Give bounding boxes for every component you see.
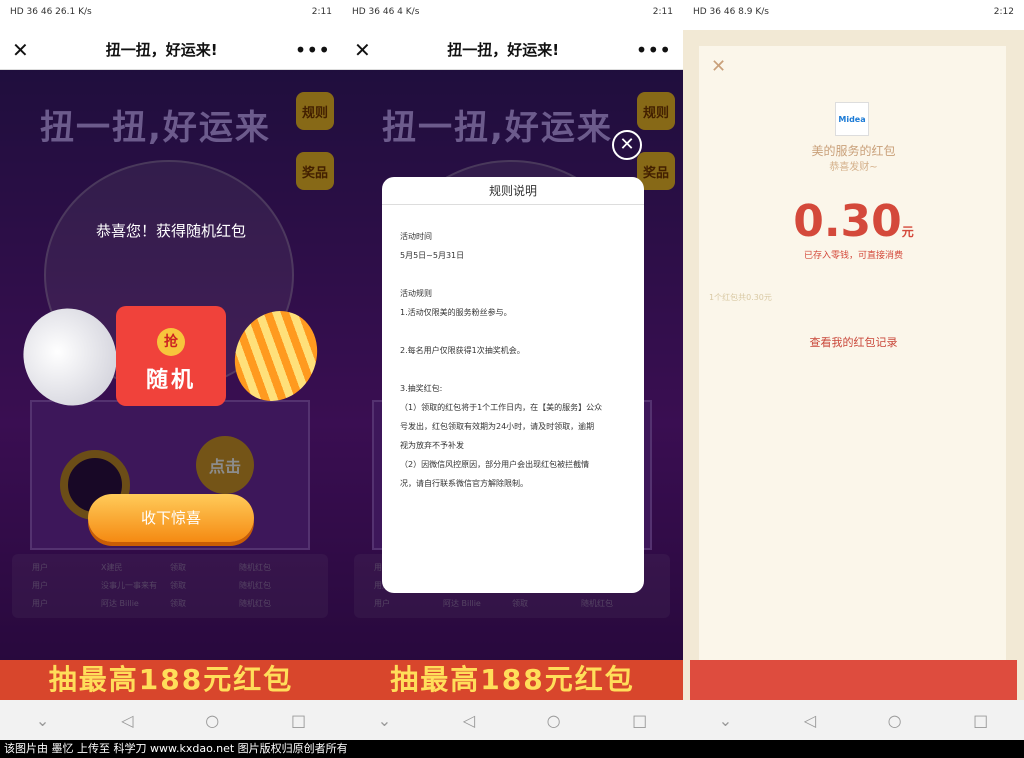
envelope-flap	[690, 660, 1017, 700]
nav-recent-icon[interactable]: □	[632, 711, 647, 730]
image-credit: 该图片由 墨忆 上传至 科学刀 www.kxdao.net 图片版权归原创者所有	[0, 740, 1024, 758]
greeting: 恭喜发财~	[829, 162, 878, 173]
nav-back-icon[interactable]: ◁	[804, 711, 816, 730]
nav-back-icon[interactable]: ◁	[121, 711, 133, 730]
nav-recent-icon[interactable]: □	[291, 711, 306, 730]
rules-line: 况，请自行联系微信官方解除限制。	[400, 479, 528, 488]
android-nav: ⌄ ◁ ○ □	[0, 700, 342, 740]
rules-line: 号发出，红包领取有效期为24小时，请及时领取，逾期	[400, 422, 595, 431]
redpacket-card: ✕	[699, 46, 1006, 670]
modal-title: 规则说明	[382, 177, 644, 205]
promo-banner[interactable]: 抽最高188元红包	[0, 660, 342, 700]
page-title: 扭一扭，好运来!	[105, 41, 218, 59]
promo-banner[interactable]: 抽最高188元红包	[342, 660, 683, 700]
rules-line: 3.抽奖红包:	[400, 384, 443, 393]
screen-3: HD 36 46 8.9 K/s 2:12 ✕ Midea 美的服务的红包 恭喜…	[683, 0, 1024, 740]
status-left: HD 36 46 4 K/s	[352, 7, 420, 17]
status-left: HD 36 46 8.9 K/s	[693, 7, 769, 17]
nav-home-icon[interactable]: ○	[888, 711, 902, 730]
red-envelope: 抢 随机	[116, 306, 226, 406]
rules-line: （2）因微信风控原因，部分用户会出现红包被拦截情	[400, 460, 590, 469]
status-bar: HD 36 46 4 K/s 2:11	[342, 0, 683, 30]
rules-line	[400, 265, 626, 284]
status-time: 2:11	[311, 7, 332, 17]
rules-line: （1）领取的红包将于1个工作日内，在【美的服务】公众	[400, 403, 603, 412]
accept-button[interactable]: 收下惊喜	[88, 494, 254, 542]
rules-line	[400, 360, 626, 379]
nav-down-icon[interactable]: ⌄	[36, 711, 49, 730]
close-icon[interactable]: ✕	[12, 38, 29, 62]
envelope-label: 随机	[145, 368, 196, 393]
screen-2: HD 36 46 4 K/s 2:11 ✕ 扭一扭，好运来! ••• 扭一扭,好…	[342, 0, 683, 740]
logo-text: Midea	[838, 115, 866, 124]
rules-line	[400, 322, 626, 341]
amount: 0.30元	[683, 196, 1024, 247]
nav-back-icon[interactable]: ◁	[463, 711, 475, 730]
rules-line: 2.每名用户仅限获得1次抽奖机会。	[400, 346, 525, 355]
status-time: 2:12	[993, 7, 1014, 17]
rules-modal: 规则说明 活动时间 5月5日~5月31日 活动规则 1.活动仅限美的服务粉丝参与。 …	[382, 177, 644, 593]
amount-unit: 元	[901, 225, 914, 239]
more-icon[interactable]: •••	[295, 38, 330, 62]
rules-line: 视为放弃不予补发	[400, 441, 464, 450]
modal-body: 活动时间 5月5日~5月31日 活动规则 1.活动仅限美的服务粉丝参与。 2.每名用…	[382, 205, 644, 515]
packet-count: 1个红包共0.30元	[709, 293, 772, 302]
sender-logo: Midea	[835, 102, 869, 136]
status-time: 2:11	[652, 7, 673, 17]
android-nav: ⌄ ◁ ○ □	[683, 700, 1024, 740]
deposit-note: 已存入零钱，可直接消费	[803, 251, 903, 261]
history-link[interactable]: 查看我的红包记录	[683, 334, 1024, 350]
title-bar: ✕ 扭一扭，好运来! •••	[0, 30, 342, 70]
congrats-text: 恭喜您！获得随机红包	[95, 222, 246, 240]
title-bar: ✕ 扭一扭，好运来! •••	[342, 30, 683, 70]
nav-home-icon[interactable]: ○	[205, 711, 219, 730]
close-icon[interactable]: ✕	[354, 38, 371, 62]
status-bar: HD 36 46 26.1 K/s 2:11	[0, 0, 342, 30]
modal-close-icon[interactable]: ✕	[612, 130, 642, 160]
nav-recent-icon[interactable]: □	[973, 711, 988, 730]
nav-down-icon[interactable]: ⌄	[719, 711, 732, 730]
status-bar: HD 36 46 8.9 K/s 2:12	[683, 0, 1024, 30]
rules-line: 1.活动仅限美的服务粉丝参与。	[400, 308, 512, 317]
screen-1: HD 36 46 26.1 K/s 2:11 ✕ 扭一扭，好运来! ••• 扭一…	[0, 0, 342, 740]
more-icon[interactable]: •••	[636, 38, 671, 62]
page-title: 扭一扭，好运来!	[447, 41, 560, 59]
rules-line: 5月5日~5月31日	[400, 251, 465, 260]
sender-name: 美的服务的红包	[811, 144, 896, 158]
android-nav: ⌄ ◁ ○ □	[342, 700, 683, 740]
close-icon[interactable]: ✕	[711, 56, 726, 77]
amount-value: 0.30	[793, 196, 902, 247]
envelope-seal: 抢	[157, 328, 185, 356]
rules-line: 活动时间	[400, 232, 432, 241]
nav-home-icon[interactable]: ○	[547, 711, 561, 730]
nav-down-icon[interactable]: ⌄	[378, 711, 391, 730]
status-left: HD 36 46 26.1 K/s	[10, 7, 92, 17]
rules-line: 活动规则	[400, 289, 432, 298]
